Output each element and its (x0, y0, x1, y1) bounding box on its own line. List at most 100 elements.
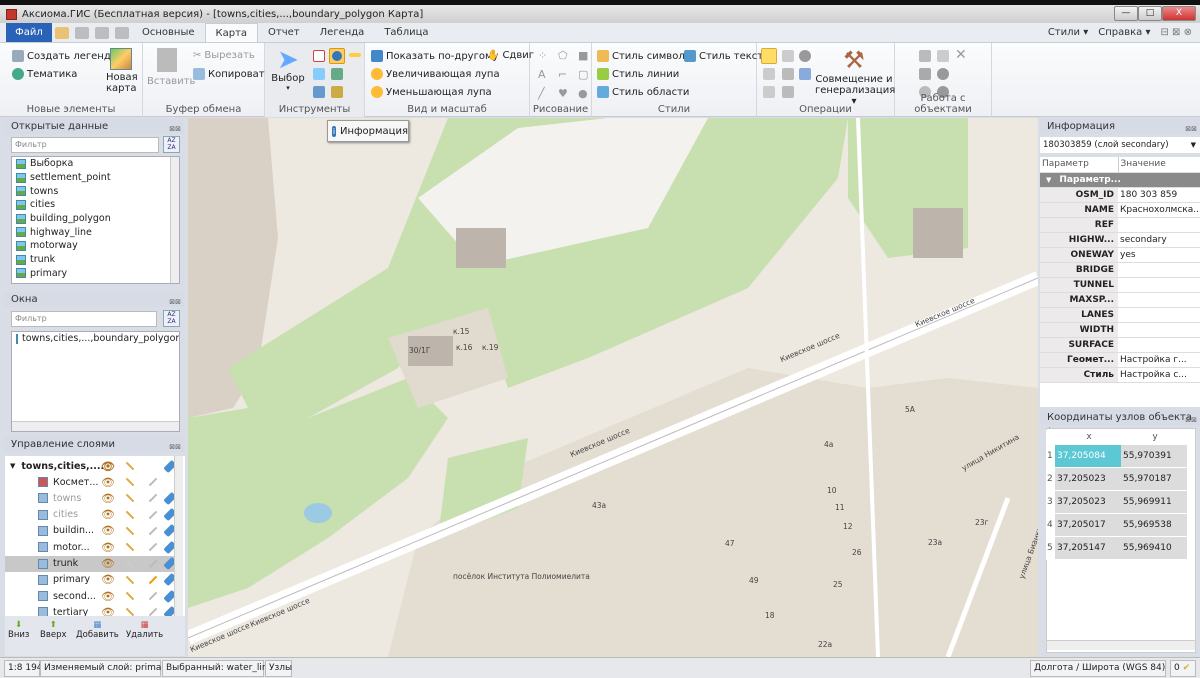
generalize-button[interactable]: ⚒ Совмещение и генерализация ▾ (815, 46, 895, 107)
maximize-button[interactable]: □ (1138, 6, 1162, 21)
attribute-row[interactable]: NAME Краснохолмска... (1040, 202, 1200, 218)
attribute-value[interactable] (1118, 337, 1200, 353)
dataset-item[interactable]: Выборка (12, 157, 179, 171)
selectable-icon[interactable] (125, 510, 135, 519)
coord-x[interactable]: 37,205023 (1055, 490, 1121, 514)
mdi-controls-icon[interactable]: ⊟ ⊠ ⊗ (1161, 27, 1193, 38)
selectable-icon[interactable] (125, 494, 135, 503)
selectable-icon[interactable] (125, 559, 135, 568)
attribute-row[interactable]: SURFACE (1040, 337, 1200, 353)
redo-icon[interactable] (115, 27, 129, 39)
select-button[interactable]: ➤ Выбор ▾ (271, 47, 305, 92)
editable-layer[interactable]: Изменяемый слой: primary (40, 660, 170, 677)
rounded-rect-icon[interactable]: ▢ (578, 68, 592, 81)
visibility-eye-icon[interactable]: 👁 (101, 492, 115, 505)
attribute-row[interactable]: ONEWAY yes (1040, 247, 1200, 263)
attribute-value[interactable]: Настройка г... (1118, 352, 1200, 368)
editable-icon[interactable] (148, 608, 158, 616)
attribute-value[interactable] (1118, 277, 1200, 293)
zoom-out-button[interactable]: Уменьшающая лупа (371, 86, 492, 98)
zoom-in-button[interactable]: Увеличивающая лупа (371, 68, 500, 80)
rect-select-icon[interactable] (313, 50, 325, 62)
grid-select-icon[interactable] (313, 86, 325, 98)
buffer-icon[interactable] (799, 50, 811, 62)
open-icon[interactable] (55, 27, 69, 39)
layer-row[interactable]: cities 👁 (5, 507, 177, 523)
coord-x[interactable]: 37,205023 (1055, 467, 1121, 491)
toggle-icon[interactable] (937, 68, 949, 80)
editable-icon[interactable] (148, 526, 158, 536)
symbol-style-button[interactable]: Стиль символа (597, 50, 691, 62)
editable-icon[interactable] (148, 591, 158, 601)
object-select-icon[interactable] (919, 68, 931, 80)
dataset-item[interactable]: cities (12, 198, 179, 212)
attribute-value[interactable] (1118, 217, 1200, 233)
visibility-eye-icon[interactable]: 👁 (101, 460, 115, 473)
dataset-item[interactable]: motorway (12, 239, 179, 253)
erase-icon[interactable] (799, 68, 811, 80)
disable-icon[interactable] (937, 50, 949, 62)
minimize-button[interactable]: — (1114, 6, 1138, 21)
editable-icon[interactable] (148, 477, 158, 487)
layer-row[interactable]: motor... 👁 (5, 539, 177, 555)
visibility-eye-icon[interactable]: 👁 (101, 573, 115, 586)
layer-row[interactable]: trunk 👁 (5, 555, 177, 572)
scale-readout[interactable]: 1:8 194 (4, 660, 43, 677)
selectable-icon[interactable] (125, 591, 135, 601)
tab-report[interactable]: Отчет (258, 23, 310, 42)
coord-y[interactable]: 55,969538 (1121, 513, 1187, 537)
panel-close-icon[interactable]: ⊠⊠ (169, 122, 181, 137)
text-icon[interactable]: A (538, 68, 552, 81)
line-tool-icon[interactable] (349, 53, 361, 57)
coord-row[interactable]: 1 37,205084 55,970391 (1046, 444, 1187, 468)
attribute-value[interactable] (1118, 307, 1200, 323)
horizontal-scrollbar[interactable] (12, 421, 179, 431)
attribute-row[interactable]: REF (1040, 217, 1200, 233)
move-up-button[interactable]: ⬆ Вверх (40, 620, 67, 640)
rectangle-icon[interactable]: ■ (578, 49, 592, 62)
attribute-row[interactable]: BRIDGE (1040, 262, 1200, 278)
dataset-item[interactable]: settlement_point (12, 171, 179, 185)
dataset-item[interactable]: trunk (12, 253, 179, 267)
sort-icon[interactable]: AZ ZA (163, 310, 180, 327)
coord-row[interactable]: 3 37,205023 55,969911 (1046, 490, 1187, 514)
layer-row[interactable]: second... 👁 (5, 588, 177, 604)
coord-y[interactable]: 55,969911 (1121, 490, 1187, 514)
visibility-eye-icon[interactable]: 👁 (101, 590, 115, 603)
tab-main[interactable]: Основные (132, 23, 205, 42)
thematic-button[interactable]: Тематика (12, 68, 77, 80)
move-down-button[interactable]: ⬇ Вниз (8, 620, 29, 640)
attribute-group[interactable]: ▼ Параметр... (1040, 172, 1200, 188)
attribute-value[interactable] (1118, 262, 1200, 278)
file-tab[interactable]: Файл (6, 23, 52, 42)
tab-table[interactable]: Таблица (374, 23, 438, 42)
coord-row[interactable]: 5 37,205147 55,969410 (1046, 536, 1187, 560)
attribute-row[interactable]: Стиль Настройка с... (1040, 367, 1200, 383)
visibility-eye-icon[interactable]: 👁 (101, 476, 115, 489)
attribute-value[interactable]: Настройка с... (1118, 367, 1200, 383)
show-other-button[interactable]: Показать по-другому (371, 50, 498, 62)
create-legend-button[interactable]: Создать легенду (12, 50, 117, 62)
polygon-icon[interactable]: ⬠ (558, 49, 572, 62)
undo-icon[interactable] (95, 27, 109, 39)
windows-filter[interactable]: Фильтр (11, 311, 157, 327)
smooth-icon[interactable] (763, 86, 775, 98)
attribute-value[interactable]: yes (1118, 247, 1200, 263)
attribute-value[interactable]: 180 303 859 (1118, 187, 1200, 203)
editable-icon[interactable] (148, 542, 158, 552)
message-count[interactable]: 0 ✔ (1170, 660, 1196, 677)
editable-icon[interactable] (148, 575, 158, 585)
node-edit-icon[interactable] (761, 48, 777, 64)
attribute-value[interactable] (1118, 292, 1200, 308)
cut-button[interactable]: ✂ Вырезать (193, 50, 255, 61)
region-select-icon[interactable] (313, 68, 325, 80)
selectable-icon[interactable] (125, 461, 135, 471)
hotlink-icon[interactable] (331, 86, 343, 98)
attribute-row[interactable]: Геомет... Настройка г... (1040, 352, 1200, 368)
dataset-item[interactable]: towns (12, 184, 179, 198)
info-tool-icon[interactable] (329, 48, 345, 64)
layer-row[interactable]: towns 👁 (5, 490, 177, 506)
copy-button[interactable]: Копировать (193, 68, 270, 80)
scrollbar[interactable] (174, 456, 183, 616)
scrollbar[interactable] (170, 157, 179, 283)
